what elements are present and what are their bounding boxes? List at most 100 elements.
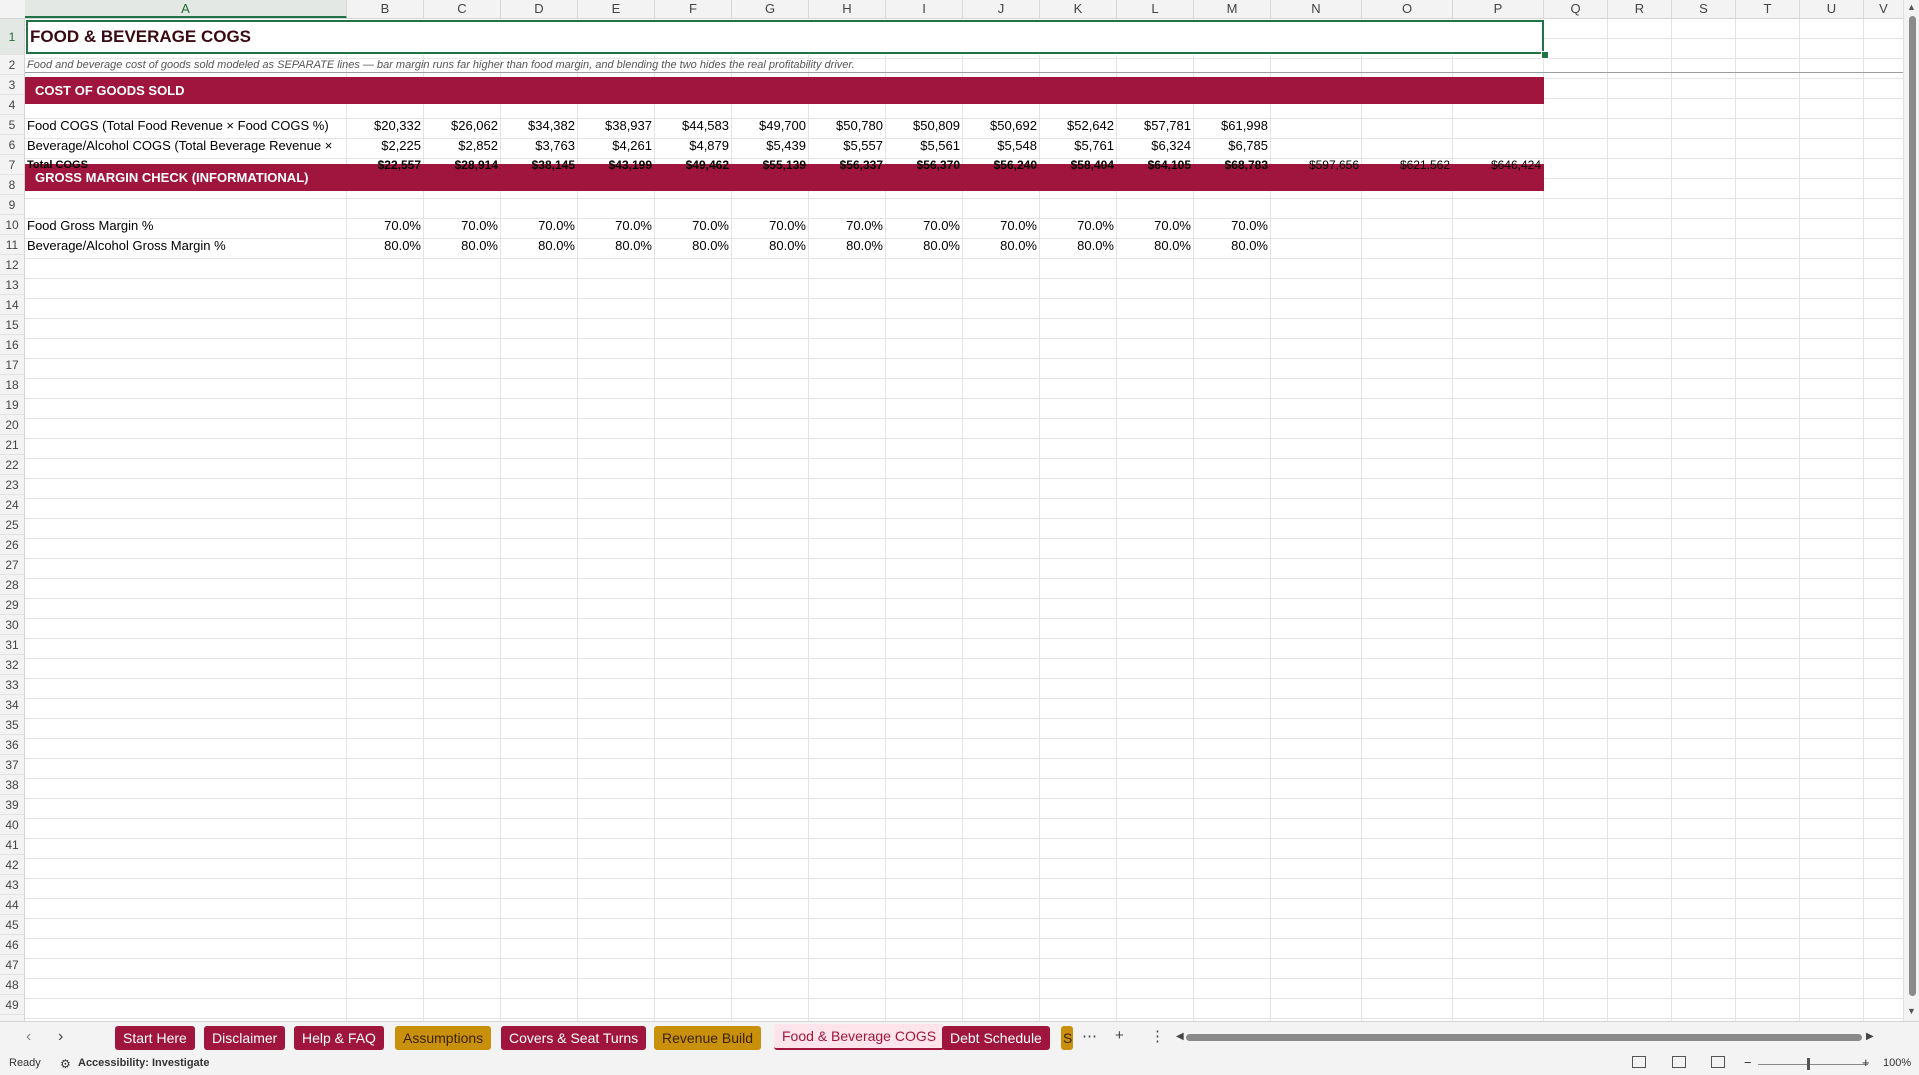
total-cogs-value[interactable]: $56,370 [886,155,963,175]
food-cogs-value[interactable]: $50,780 [809,115,886,135]
column-header-u[interactable]: U [1800,0,1864,18]
row-header-38[interactable]: 38 [0,775,24,795]
zoom-in-icon[interactable]: + [1862,1055,1870,1070]
row-header-21[interactable]: 21 [0,435,24,455]
food-margin-value[interactable]: 70.0% [501,215,578,235]
page-break-view-icon[interactable] [1711,1056,1725,1068]
row-header-20[interactable]: 20 [0,415,24,435]
food-margin-value[interactable]: 70.0% [809,215,886,235]
row-header-12[interactable]: 12 [0,255,24,275]
column-header-e[interactable]: E [578,0,655,18]
total-cogs-value[interactable]: $64,105 [1117,155,1194,175]
bev-margin-value[interactable]: 80.0% [347,235,424,255]
food-cogs-value[interactable]: $20,332 [347,115,424,135]
column-header-n[interactable]: N [1271,0,1362,18]
total-cogs-value[interactable]: $49,462 [655,155,732,175]
bev-cogs-value[interactable]: $5,761 [1040,135,1117,155]
food-cogs-value[interactable]: $57,781 [1117,115,1194,135]
bev-margin-value[interactable]: 80.0% [501,235,578,255]
column-header-d[interactable]: D [501,0,578,18]
row-header-43[interactable]: 43 [0,875,24,895]
column-header-a[interactable]: A [25,0,347,18]
column-header-p[interactable]: P [1453,0,1544,18]
food-margin-value[interactable]: 70.0% [578,215,655,235]
total-cogs-value[interactable]: $55,139 [732,155,809,175]
bev-margin-label[interactable]: Beverage/Alcohol Gross Margin % [25,235,347,255]
row-header-5[interactable]: 5 [0,115,24,135]
column-header-l[interactable]: L [1117,0,1194,18]
bev-margin-value[interactable]: 80.0% [1194,235,1271,255]
bev-cogs-value[interactable]: $4,261 [578,135,655,155]
zoom-slider-knob[interactable] [1807,1058,1810,1070]
row-header-42[interactable]: 42 [0,855,24,875]
sheet-tab-s[interactable]: S [1061,1026,1073,1050]
sheet-tab-revenue-build[interactable]: Revenue Build [654,1026,762,1050]
row-header-28[interactable]: 28 [0,575,24,595]
row-header-13[interactable]: 13 [0,275,24,295]
bev-margin-value[interactable]: 80.0% [886,235,963,255]
normal-view-icon[interactable] [1632,1056,1646,1068]
scroll-up-icon[interactable]: ▲ [1907,2,1916,12]
bev-margin-value[interactable]: 80.0% [732,235,809,255]
row-header-23[interactable]: 23 [0,475,24,495]
food-cogs-value[interactable]: $50,809 [886,115,963,135]
bev-cogs-value[interactable]: $5,439 [732,135,809,155]
total-cogs-label[interactable]: Total COGS [25,155,347,175]
row-header-3[interactable]: 3 [0,75,24,95]
food-margin-value[interactable]: 70.0% [1117,215,1194,235]
add-sheet-icon[interactable]: + [1115,1027,1124,1044]
sheet-tab-disclaimer[interactable]: Disclaimer [204,1026,286,1050]
column-header-t[interactable]: T [1736,0,1800,18]
row-header-6[interactable]: 6 [0,135,24,155]
bev-cogs-value[interactable]: $2,852 [424,135,501,155]
bev-cogs-value[interactable]: $4,879 [655,135,732,155]
food-margin-value[interactable]: 70.0% [1194,215,1271,235]
food-margin-value[interactable]: 70.0% [424,215,501,235]
row-header-34[interactable]: 34 [0,695,24,715]
vertical-scrollbar[interactable]: ▲ ▼ [1903,0,1919,1021]
total-cogs-value[interactable]: $22,557 [347,155,424,175]
food-cogs-value[interactable]: $49,700 [732,115,809,135]
total-cogs-value[interactable]: $28,914 [424,155,501,175]
row-header-39[interactable]: 39 [0,795,24,815]
bev-margin-value[interactable]: 80.0% [963,235,1040,255]
bev-cogs-value[interactable]: $5,561 [886,135,963,155]
row-header-18[interactable]: 18 [0,375,24,395]
food-cogs-value[interactable]: $34,382 [501,115,578,135]
row-header-45[interactable]: 45 [0,915,24,935]
row-header-9[interactable]: 9 [0,195,24,215]
total-cogs-value[interactable]: $43,199 [578,155,655,175]
bev-cogs-value[interactable]: $6,324 [1117,135,1194,155]
column-header-h[interactable]: H [809,0,886,18]
row-header-8[interactable]: 8 [0,175,24,195]
total-cogs-value[interactable]: $621,562 [1362,155,1453,175]
horizontal-scrollbar[interactable]: ◀ ▶ [1176,1031,1876,1043]
food-margin-value[interactable]: 70.0% [963,215,1040,235]
total-cogs-value[interactable]: $646,424 [1453,155,1544,175]
row-header-25[interactable]: 25 [0,515,24,535]
sheet-title-cell[interactable]: FOOD & BEVERAGE COGS [26,20,1544,54]
food-cogs-value[interactable]: $50,692 [963,115,1040,135]
column-header-c[interactable]: C [424,0,501,18]
sheet-tab-covers-seat-turns[interactable]: Covers & Seat Turns [501,1026,647,1050]
food-margin-value[interactable]: 70.0% [886,215,963,235]
prev-sheet-icon[interactable]: ‹ [26,1028,31,1046]
sheet-tab-food-beverage-cogs[interactable]: Food & Beverage COGS [774,1024,945,1050]
zoom-level[interactable]: 100% [1883,1057,1911,1069]
total-cogs-value[interactable]: $68,783 [1194,155,1271,175]
sheet-tab-help-faq[interactable]: Help & FAQ [294,1026,384,1050]
food-margin-label[interactable]: Food Gross Margin % [25,215,347,235]
scroll-down-icon[interactable]: ▼ [1907,1006,1916,1016]
food-cogs-value[interactable]: $44,583 [655,115,732,135]
bev-cogs-value[interactable]: $5,557 [809,135,886,155]
vertical-scroll-thumb[interactable] [1909,16,1916,996]
column-header-o[interactable]: O [1362,0,1453,18]
food-cogs-value[interactable]: $38,937 [578,115,655,135]
column-header-f[interactable]: F [655,0,732,18]
total-cogs-value[interactable]: $56,240 [963,155,1040,175]
row-header-26[interactable]: 26 [0,535,24,555]
row-header-32[interactable]: 32 [0,655,24,675]
row-header-35[interactable]: 35 [0,715,24,735]
bev-margin-value[interactable]: 80.0% [1117,235,1194,255]
row-header-4[interactable]: 4 [0,95,24,115]
